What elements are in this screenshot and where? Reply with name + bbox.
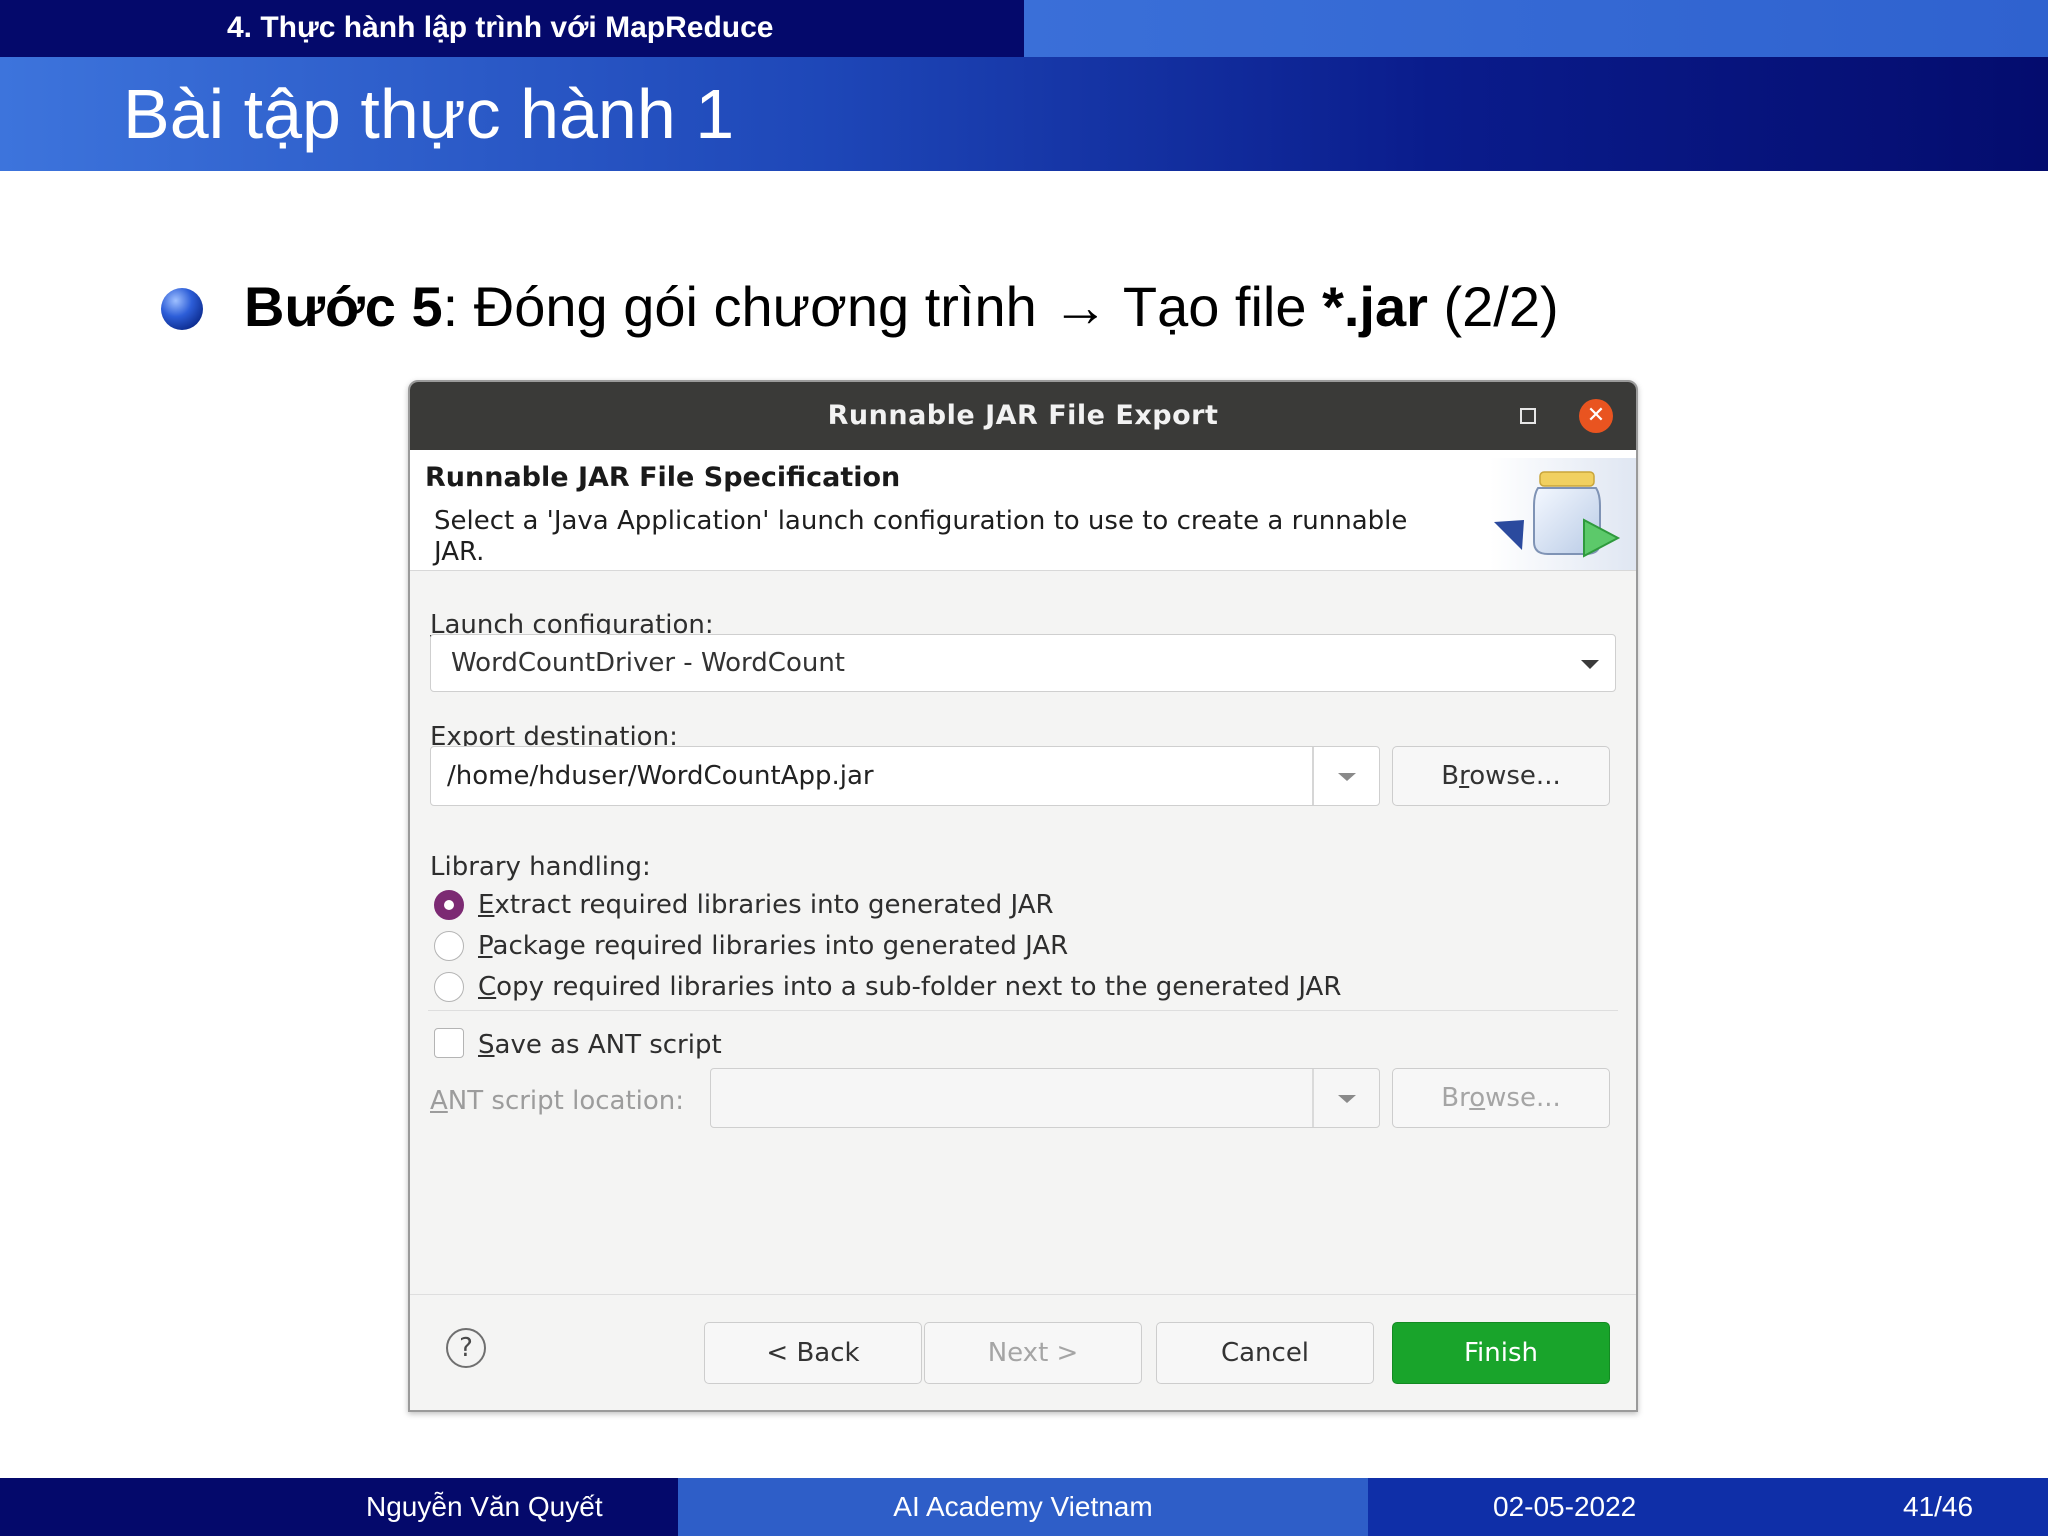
dialog-title: Runnable JAR File Export xyxy=(827,400,1219,431)
option-package-label[interactable]: Package required libraries into generate… xyxy=(478,931,1068,961)
footer-date-page: 02-05-2022 41/46 xyxy=(1368,1478,2048,1536)
browse-button[interactable]: Browse... xyxy=(1392,746,1610,806)
export-destination-combo[interactable]: /home/hduser/WordCountApp.jar xyxy=(430,746,1380,806)
ant-script-location-label: ANT script location: xyxy=(430,1086,685,1116)
footer-organization: AI Academy Vietnam xyxy=(678,1478,1368,1536)
combo-divider xyxy=(1312,747,1314,805)
option-extract-label[interactable]: Extract required libraries into generate… xyxy=(478,890,1054,920)
bullet-text: Bước 5: Đóng gói chương trình → Tạo file… xyxy=(244,275,1559,338)
option-copy-label[interactable]: Copy required libraries into a sub-folde… xyxy=(478,972,1341,1002)
footer-date: 02-05-2022 xyxy=(1493,1491,1637,1522)
jar-export-icon xyxy=(1490,458,1636,570)
ant-script-location-combo xyxy=(710,1068,1380,1128)
footer-author: Nguyễn Văn Quyết xyxy=(0,1478,678,1536)
jar-filename: *.jar xyxy=(1322,275,1428,338)
sphere-bullet-icon xyxy=(161,288,203,330)
arrow-icon: → xyxy=(1052,275,1109,338)
save-ant-checkbox[interactable] xyxy=(434,1028,464,1058)
spec-header: Runnable JAR File Specification Select a… xyxy=(410,450,1636,570)
radio-copy-libraries[interactable] xyxy=(434,972,464,1002)
section-separator xyxy=(428,1010,1618,1011)
save-ant-label[interactable]: Save as ANT script xyxy=(478,1030,722,1060)
dialog-titlebar[interactable]: Runnable JAR File Export ✕ xyxy=(410,382,1636,450)
next-button: Next > xyxy=(924,1322,1142,1384)
spec-description: Select a 'Java Application' launch confi… xyxy=(434,506,1408,567)
back-button[interactable]: < Back xyxy=(704,1322,922,1384)
library-handling-label: Library handling: xyxy=(430,852,651,882)
spec-title: Runnable JAR File Specification xyxy=(425,462,901,493)
slide-title: Bài tập thực hành 1 xyxy=(123,75,735,153)
section-title: 4. Thực hành lập trình với MapReduce xyxy=(227,11,774,44)
close-icon[interactable]: ✕ xyxy=(1579,399,1613,433)
chevron-down-icon[interactable] xyxy=(1338,773,1356,781)
title-bar: Bài tập thực hành 1 xyxy=(0,57,2048,171)
maximize-icon[interactable] xyxy=(1520,408,1536,424)
launch-configuration-value: WordCountDriver - WordCount xyxy=(451,648,845,678)
radio-package-libraries[interactable] xyxy=(434,931,464,961)
runnable-jar-export-dialog: Runnable JAR File Export ✕ Runnable JAR … xyxy=(408,380,1638,1412)
radio-extract-libraries[interactable] xyxy=(434,890,464,920)
export-destination-value: /home/hduser/WordCountApp.jar xyxy=(447,761,874,791)
launch-configuration-combo[interactable]: WordCountDriver - WordCount xyxy=(430,634,1616,692)
header-separator xyxy=(410,570,1636,571)
section-bar: 4. Thực hành lập trình với MapReduce xyxy=(0,0,2048,57)
browse-ant-button: Browse... xyxy=(1392,1068,1610,1128)
footer-page-number: 41/46 xyxy=(1903,1491,1974,1522)
footer-separator xyxy=(410,1294,1636,1295)
combo-divider xyxy=(1312,1069,1314,1127)
help-icon[interactable]: ? xyxy=(446,1328,486,1368)
finish-button[interactable]: Finish xyxy=(1392,1322,1610,1384)
chevron-down-icon[interactable] xyxy=(1581,660,1599,669)
chevron-down-icon xyxy=(1338,1095,1356,1103)
step-label: Bước 5 xyxy=(244,275,443,338)
slide-footer: Nguyễn Văn Quyết AI Academy Vietnam 02-0… xyxy=(0,1478,2048,1536)
cancel-button[interactable]: Cancel xyxy=(1156,1322,1374,1384)
